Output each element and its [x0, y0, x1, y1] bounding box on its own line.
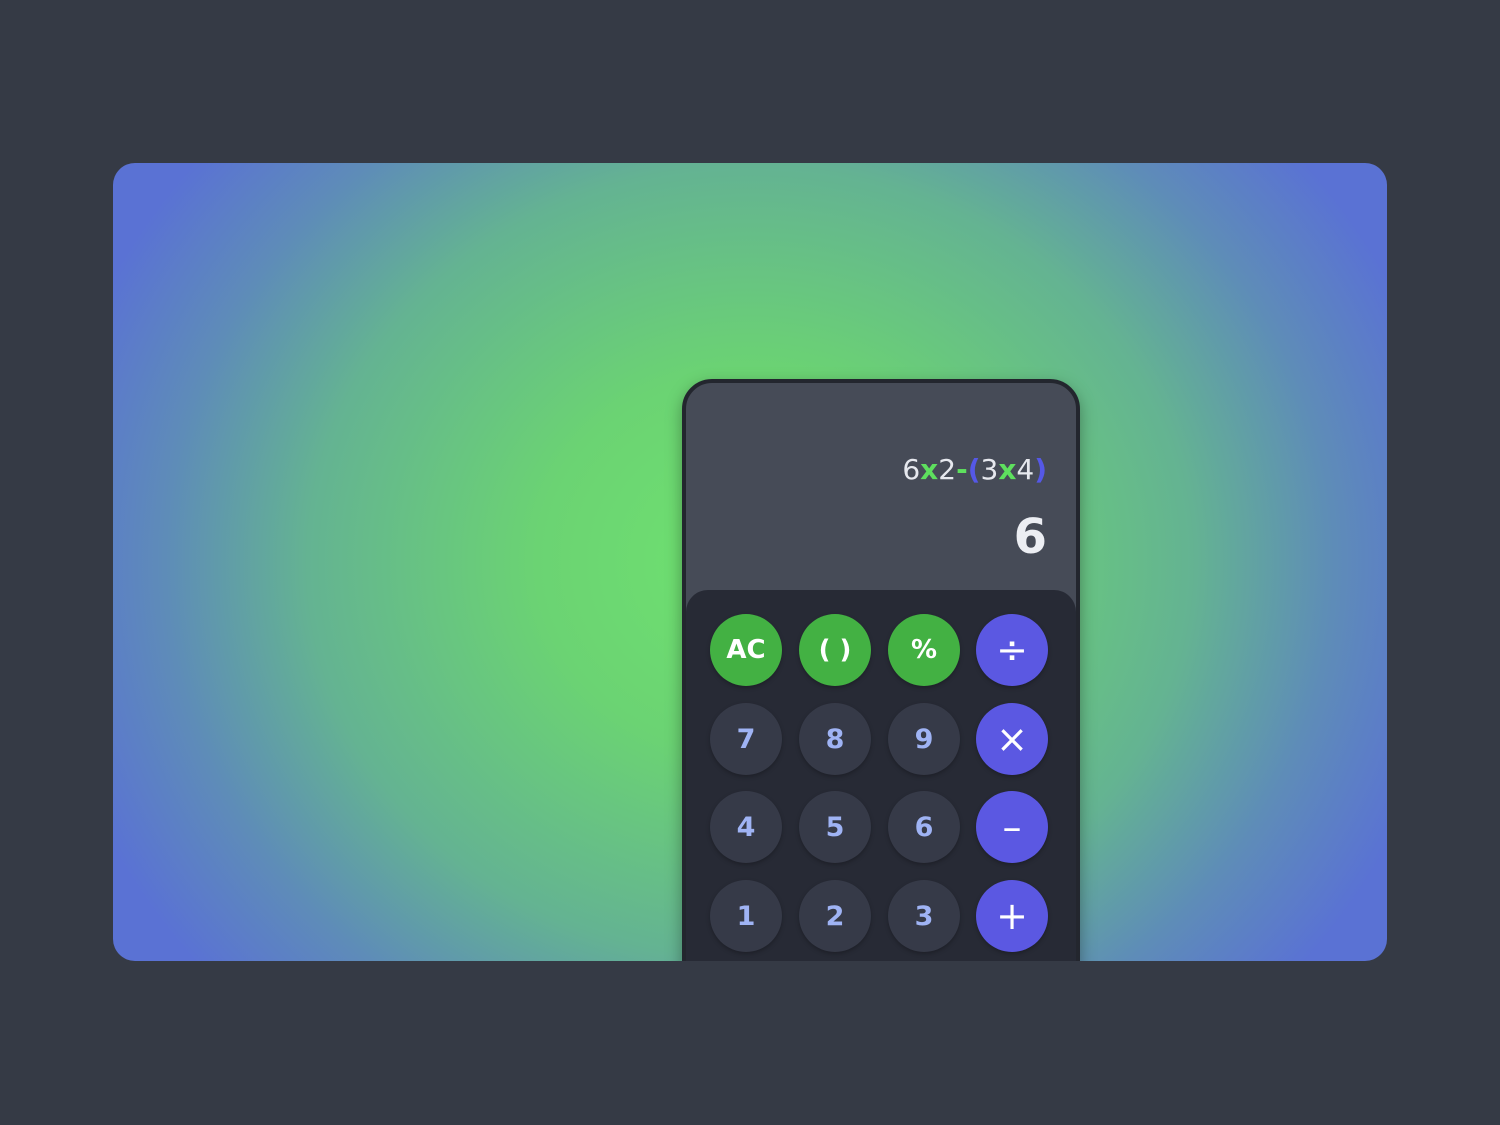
percent-button[interactable]: %: [888, 614, 960, 686]
multiply-button[interactable]: ×: [976, 703, 1048, 775]
calculator-display: 6x2-(3x4) 6: [686, 383, 1076, 593]
divide-button[interactable]: ÷: [976, 614, 1048, 686]
digit-3-button[interactable]: 3: [888, 880, 960, 952]
expression-token: ): [1034, 453, 1047, 486]
all-clear-button[interactable]: AC: [710, 614, 782, 686]
expression-token: 3: [980, 453, 999, 486]
digit-2-button[interactable]: 2: [799, 880, 871, 952]
expression-token: 2: [938, 453, 957, 486]
calculator: 6x2-(3x4) 6 AC ( ) % ÷ 7 8 9 × 4 5 6 – 1…: [682, 379, 1080, 961]
parentheses-button[interactable]: ( ): [799, 614, 871, 686]
minus-button[interactable]: –: [976, 791, 1048, 863]
expression-token: x: [920, 453, 939, 486]
expression-token: 4: [1016, 453, 1035, 486]
digit-4-button[interactable]: 4: [710, 791, 782, 863]
digit-7-button[interactable]: 7: [710, 703, 782, 775]
expression-line: 6x2-(3x4): [902, 453, 1047, 486]
digit-5-button[interactable]: 5: [799, 791, 871, 863]
expression-token: -: [956, 453, 968, 486]
gradient-backdrop: 6x2-(3x4) 6 AC ( ) % ÷ 7 8 9 × 4 5 6 – 1…: [113, 163, 1387, 961]
expression-token: x: [998, 453, 1017, 486]
keypad: AC ( ) % ÷ 7 8 9 × 4 5 6 – 1 2 3 + 0 .: [686, 590, 1076, 961]
plus-button[interactable]: +: [976, 880, 1048, 952]
expression-token: 6: [902, 453, 921, 486]
digit-8-button[interactable]: 8: [799, 703, 871, 775]
digit-9-button[interactable]: 9: [888, 703, 960, 775]
digit-1-button[interactable]: 1: [710, 880, 782, 952]
expression-token: (: [967, 453, 981, 486]
result-value: 6: [1013, 509, 1047, 565]
digit-6-button[interactable]: 6: [888, 791, 960, 863]
